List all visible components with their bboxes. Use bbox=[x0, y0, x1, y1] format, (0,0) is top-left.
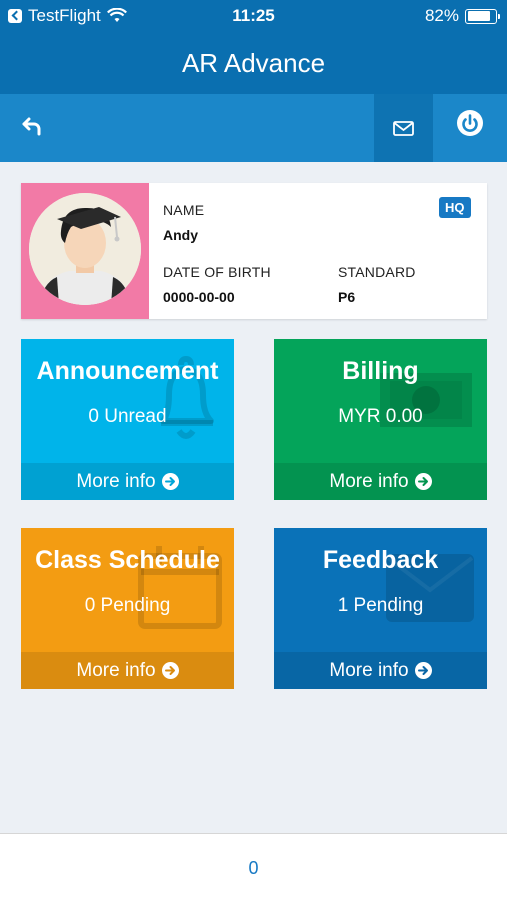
photo-frame bbox=[21, 183, 149, 319]
status-bar: TestFlight 11:25 82% bbox=[0, 0, 507, 32]
avatar bbox=[29, 193, 141, 305]
power-icon bbox=[457, 110, 483, 136]
circle-arrow-right-icon bbox=[161, 662, 179, 679]
status-right: 82% bbox=[424, 6, 500, 26]
dob-label: DATE OF BIRTH bbox=[163, 264, 271, 280]
bottom-bar: 0 bbox=[0, 833, 507, 900]
student-standard: P6 bbox=[338, 289, 356, 305]
billing-tile[interactable]: Billing MYR 0.00 More info bbox=[274, 339, 487, 500]
page-title: AR Advance bbox=[0, 32, 507, 94]
student-name: Andy bbox=[163, 227, 198, 243]
more-info-label: More info bbox=[76, 470, 156, 492]
toolbar bbox=[0, 94, 507, 162]
battery-icon bbox=[465, 8, 500, 24]
tile-title: Feedback bbox=[322, 546, 439, 574]
messages-button[interactable] bbox=[374, 94, 433, 162]
tile-subtitle: MYR 0.00 bbox=[338, 406, 423, 427]
more-info-link[interactable]: More info bbox=[274, 652, 487, 689]
tile-subtitle: 1 Pending bbox=[337, 595, 424, 616]
tile-title: Class Schedule bbox=[35, 546, 220, 574]
battery-percent: 82% bbox=[424, 6, 459, 25]
circle-arrow-right-icon bbox=[414, 662, 432, 679]
tile-subtitle: 0 Pending bbox=[84, 595, 171, 616]
more-info-label: More info bbox=[329, 659, 409, 681]
name-label: NAME bbox=[163, 202, 205, 218]
standard-label: STANDARD bbox=[338, 264, 416, 280]
announcement-tile[interactable]: Announcement 0 Unread More info bbox=[21, 339, 234, 500]
bottom-count[interactable]: 0 bbox=[0, 858, 507, 879]
more-info-label: More info bbox=[76, 659, 156, 681]
more-info-label: More info bbox=[329, 470, 409, 492]
hq-badge: HQ bbox=[439, 197, 471, 218]
logout-button[interactable] bbox=[433, 94, 507, 162]
tile-subtitle: 0 Unread bbox=[88, 406, 167, 427]
more-info-link[interactable]: More info bbox=[274, 463, 487, 500]
tile-title: Billing bbox=[342, 357, 419, 385]
feedback-tile[interactable]: Feedback 1 Pending More info bbox=[274, 528, 487, 689]
back-button[interactable] bbox=[14, 112, 46, 144]
student-profile-card[interactable]: NAME Andy DATE OF BIRTH 0000-00-00 STAND… bbox=[21, 183, 487, 319]
more-info-link[interactable]: More info bbox=[21, 652, 234, 689]
more-info-link[interactable]: More info bbox=[21, 463, 234, 500]
student-dob: 0000-00-00 bbox=[163, 289, 235, 305]
circle-arrow-right-icon bbox=[414, 473, 432, 490]
class-schedule-tile[interactable]: Class Schedule 0 Pending More info bbox=[21, 528, 234, 689]
tile-title: Announcement bbox=[36, 357, 219, 385]
undo-arrow-icon bbox=[22, 117, 41, 136]
circle-arrow-right-icon bbox=[161, 473, 179, 490]
envelope-icon bbox=[393, 121, 414, 136]
